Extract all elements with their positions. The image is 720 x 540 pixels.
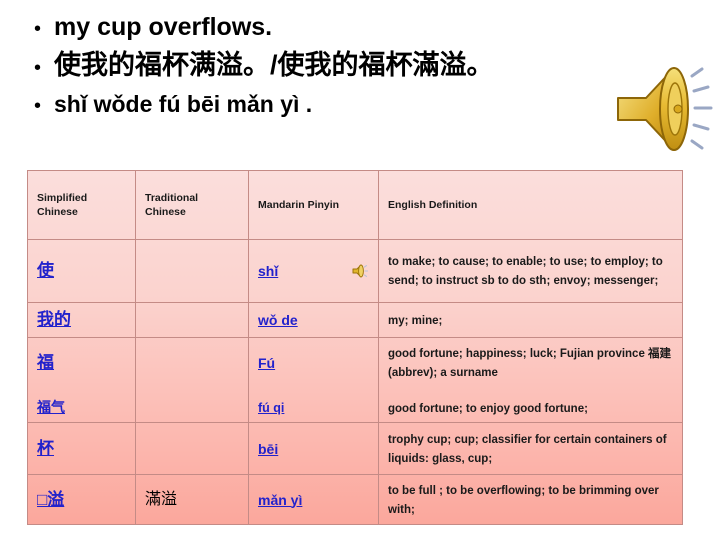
english-definition: good fortune; happiness; luck; Fujian pr…	[388, 347, 672, 379]
simplified-link[interactable]: 福	[37, 353, 54, 372]
simplified-link[interactable]: □溢	[37, 490, 64, 509]
english-definition: to be full ; to be overflowing; to be br…	[388, 484, 659, 516]
english-definition: to make; to cause; to enable; to use; to…	[388, 256, 663, 287]
cell-english: trophy cup; cup; classifier for certain …	[378, 422, 683, 475]
cell-pinyin: wǒ de	[248, 302, 379, 338]
speaker-icon[interactable]	[612, 56, 716, 162]
simplified-link[interactable]: 我的	[37, 310, 71, 329]
cell-pinyin: shǐ	[248, 239, 379, 303]
pinyin-link[interactable]: fú qi	[258, 401, 284, 415]
cell-english: good fortune; happiness; luck; Fujian pr…	[378, 337, 683, 388]
table-row: □溢 滿溢 mǎn yì to be full ; to be overflow…	[27, 474, 683, 525]
cell-traditional	[135, 387, 249, 423]
column-header-english: English Definition	[378, 170, 683, 240]
pinyin-link[interactable]: wǒ de	[258, 312, 298, 328]
bullet-item-chinese: • 使我的福杯满溢。/使我的福杯滿溢。	[0, 46, 620, 86]
table-header-row: Simplified Chinese Traditional Chinese M…	[27, 170, 683, 240]
column-header-simplified: Simplified Chinese	[27, 170, 136, 240]
vocabulary-table: Simplified Chinese Traditional Chinese M…	[27, 170, 683, 525]
simplified-link[interactable]: 福气	[37, 399, 65, 415]
bullet-text-english: my cup overflows.	[54, 13, 273, 41]
cell-traditional: 滿溢	[135, 474, 249, 525]
bullet-marker-icon: •	[34, 18, 42, 40]
simplified-link[interactable]: 杯	[37, 439, 54, 458]
column-header-traditional: Traditional Chinese	[135, 170, 249, 240]
simplified-link[interactable]: 使	[37, 261, 54, 280]
cell-simplified: □溢	[27, 474, 136, 525]
cell-simplified: 使	[27, 239, 136, 303]
pinyin-link[interactable]: bēi	[258, 441, 278, 457]
cell-pinyin: fú qi	[248, 387, 379, 423]
bullet-text-pinyin: shǐ wǒde fú bēi mǎn yì .	[54, 91, 313, 117]
pinyin-link[interactable]: mǎn yì	[258, 492, 302, 508]
bullet-item-pinyin: • shǐ wǒde fú bēi mǎn yì .	[0, 86, 620, 124]
cell-english: to be full ; to be overflowing; to be br…	[378, 474, 683, 525]
table-row: 使 shǐ to make; to cause; to enable; to u…	[27, 239, 683, 303]
cell-traditional	[135, 337, 249, 388]
cell-traditional	[135, 302, 249, 338]
cell-english: good fortune; to enjoy good fortune;	[378, 387, 683, 423]
table-row: 福气 fú qi good fortune; to enjoy good for…	[27, 387, 683, 423]
cell-pinyin: bēi	[248, 422, 379, 475]
table-header: Simplified Chinese Traditional Chinese M…	[27, 170, 683, 240]
cell-simplified: 福	[27, 337, 136, 388]
pinyin-link[interactable]: shǐ	[258, 263, 278, 279]
table-row: 福 Fú good fortune; happiness; luck; Fuji…	[27, 337, 683, 388]
bullet-marker-icon: •	[34, 57, 42, 79]
cell-simplified: 杯	[27, 422, 136, 475]
bullet-marker-icon: •	[34, 95, 42, 117]
column-header-pinyin: Mandarin Pinyin	[248, 170, 379, 240]
english-definition: good fortune; to enjoy good fortune;	[388, 403, 588, 415]
cell-simplified: 福气	[27, 387, 136, 423]
traditional-text: 滿溢	[145, 490, 178, 508]
cell-traditional	[135, 239, 249, 303]
english-definition: my; mine;	[388, 314, 443, 327]
cell-traditional	[135, 422, 249, 475]
cell-simplified: 我的	[27, 302, 136, 338]
cell-pinyin: mǎn yì	[248, 474, 379, 525]
english-definition: trophy cup; cup; classifier for certain …	[388, 433, 667, 465]
speaker-icon[interactable]	[352, 263, 370, 279]
cell-pinyin: Fú	[248, 337, 379, 388]
bullet-list: • my cup overflows. • 使我的福杯满溢。/使我的福杯滿溢。 …	[0, 10, 620, 124]
table-row: 杯 bēi trophy cup; cup; classifier for ce…	[27, 422, 683, 475]
cell-english: to make; to cause; to enable; to use; to…	[378, 239, 683, 303]
table-body: 使 shǐ to make; to cause; to enable; to u…	[27, 239, 683, 525]
pinyin-link[interactable]: Fú	[258, 355, 275, 371]
cell-english: my; mine;	[378, 302, 683, 338]
bullet-item-english: • my cup overflows.	[0, 10, 620, 46]
table-row: 我的 wǒ de my; mine;	[27, 302, 683, 338]
bullet-text-chinese: 使我的福杯满溢。/使我的福杯滿溢。	[54, 50, 494, 80]
